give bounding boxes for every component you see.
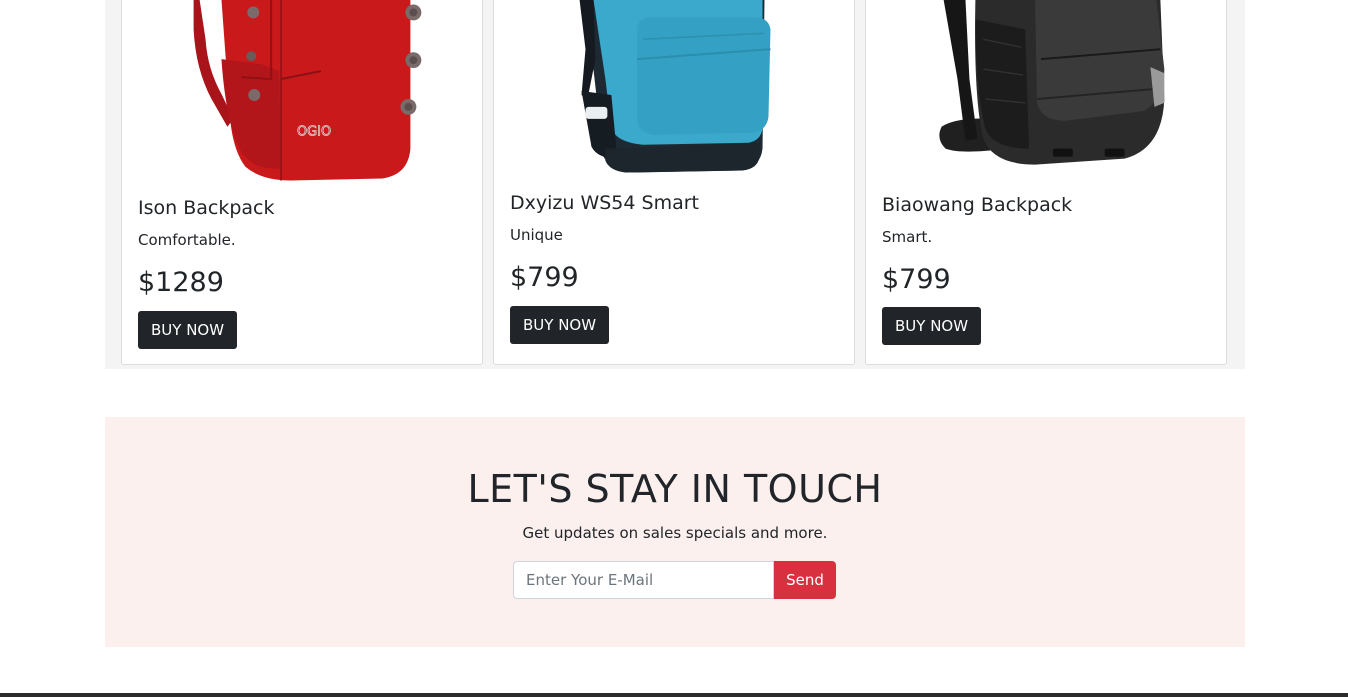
- send-button[interactable]: Send: [774, 561, 836, 599]
- product-card: Biaowang Backpack Smart. $799 BUY NOW: [865, 0, 1227, 365]
- product-price: $799: [882, 264, 951, 295]
- buy-now-button[interactable]: BUY NOW: [510, 306, 610, 344]
- product-name: Dxyizu WS54 Smart: [510, 192, 699, 214]
- newsletter-title: LET'S STAY IN TOUCH: [467, 467, 883, 511]
- product-description: Unique: [510, 226, 563, 244]
- products-section: OGIO Ison Backpack Comfortable. $1289 BU…: [105, 0, 1245, 369]
- product-name: Ison Backpack: [138, 197, 275, 219]
- blue-backpack-image: [579, 0, 771, 173]
- brand-logo: OGIO: [297, 125, 331, 140]
- buy-now-button[interactable]: BUY NOW: [882, 307, 982, 345]
- email-input[interactable]: [513, 561, 774, 599]
- newsletter-subtitle: Get updates on sales specials and more.: [522, 524, 828, 542]
- product-description: Comfortable.: [138, 231, 236, 249]
- newsletter-form: Send: [513, 561, 838, 599]
- product-price: $1289: [138, 267, 224, 298]
- product-card: OGIO Ison Backpack Comfortable. $1289 BU…: [121, 0, 483, 365]
- product-price: $799: [510, 262, 579, 293]
- footer-divider: [0, 693, 1348, 697]
- black-backpack-image: [939, 0, 1165, 165]
- newsletter-section: LET'S STAY IN TOUCH Get updates on sales…: [105, 417, 1245, 647]
- red-backpack-image: OGIO: [193, 0, 422, 181]
- product-name: Biaowang Backpack: [882, 194, 1073, 216]
- product-description: Smart.: [882, 228, 933, 246]
- buy-now-button[interactable]: BUY NOW: [138, 311, 238, 349]
- product-card: Dxyizu WS54 Smart Unique $799 BUY NOW: [493, 0, 855, 365]
